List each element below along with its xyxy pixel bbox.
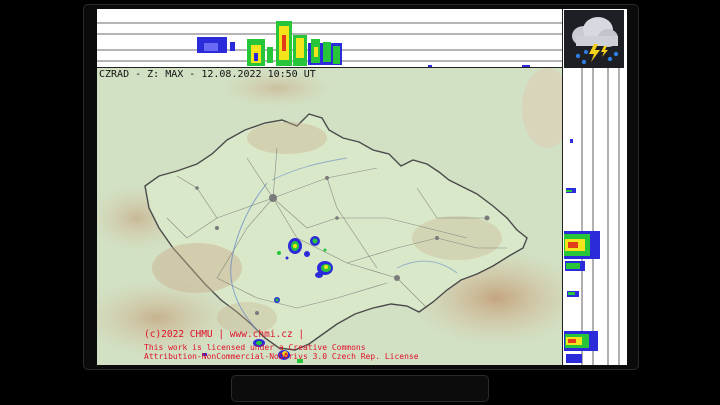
top-projection-strip xyxy=(97,9,562,68)
monitor-stand xyxy=(231,375,489,402)
copyright-line: (c)2022 CHMU | www.chmi.cz | xyxy=(144,329,305,340)
weather-logo xyxy=(564,10,624,68)
thunderstorm-cloud-icon xyxy=(572,17,619,65)
radar-timestamp: CZRAD - Z: MAX - 12.08.2022 10:50 UT xyxy=(99,69,316,80)
monitor-screen: CZRAD - Z: MAX - 12.08.2022 10:50 UT (c)… xyxy=(97,9,627,365)
radar-map xyxy=(97,68,562,365)
license-name-line: Attribution-NonCommercial-NoDerivs 3.0 C… xyxy=(144,352,419,361)
